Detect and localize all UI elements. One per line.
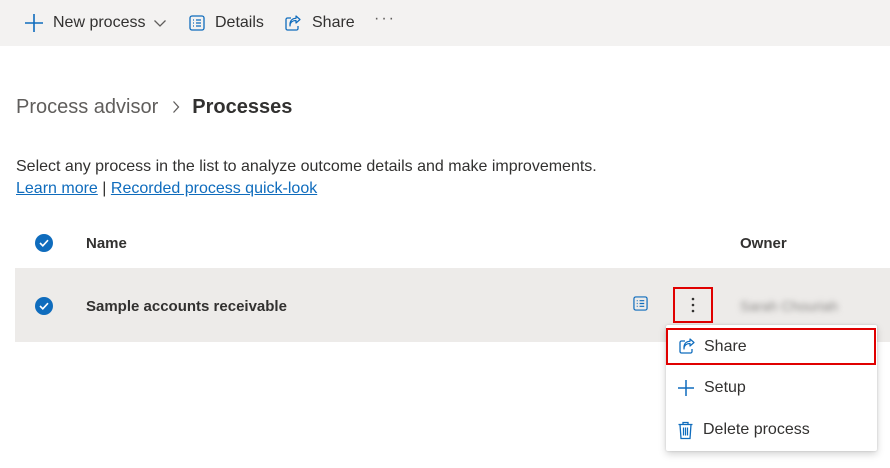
share-button[interactable]: Share [284, 0, 355, 46]
page-description: Select any process in the list to analyz… [16, 158, 597, 175]
row-checkbox[interactable] [35, 297, 53, 315]
checkmark-icon [39, 239, 49, 247]
menu-item-label: Setup [704, 379, 746, 396]
breadcrumb-root[interactable]: Process advisor [16, 96, 158, 119]
checkmark-icon [39, 302, 49, 310]
share-label: Share [312, 14, 355, 31]
more-vertical-icon [691, 297, 695, 313]
more-options-button[interactable] [673, 287, 713, 323]
details-label: Details [215, 14, 264, 31]
learn-more-link[interactable]: Learn more [16, 180, 98, 197]
owner-name: Sarah Chouriah [740, 298, 839, 314]
share-icon [679, 338, 695, 354]
page-title: Processes [192, 95, 293, 118]
plus-icon [25, 14, 43, 32]
details-icon [189, 15, 205, 31]
context-menu: Share Setup Delete process [666, 325, 877, 451]
trash-icon [678, 421, 693, 439]
menu-item-delete-process[interactable]: Delete process [666, 411, 877, 449]
menu-item-setup[interactable]: Setup [666, 369, 877, 407]
details-button[interactable]: Details [189, 0, 264, 46]
menu-item-share[interactable]: Share [666, 328, 876, 365]
new-process-button[interactable]: New process [24, 0, 167, 46]
breadcrumb: Process advisor Processes [16, 94, 292, 120]
chevron-down-icon[interactable] [153, 18, 167, 28]
details-icon[interactable] [633, 296, 648, 311]
link-separator: | [102, 180, 107, 197]
select-all-checkbox[interactable] [35, 234, 53, 252]
more-commands-button[interactable]: ··· [374, 0, 396, 42]
new-process-label: New process [53, 14, 146, 31]
process-name[interactable]: Sample accounts receivable [86, 298, 287, 315]
column-header-name[interactable]: Name [86, 235, 127, 252]
command-bar: New process Details Share ··· [0, 0, 890, 46]
table-header: Name Owner [15, 226, 890, 262]
plus-icon [678, 380, 694, 396]
menu-item-label: Delete process [703, 421, 810, 438]
column-header-owner[interactable]: Owner [740, 235, 787, 252]
help-links: Learn more | Recorded process quick-look [16, 180, 317, 198]
quick-look-link[interactable]: Recorded process quick-look [111, 180, 317, 197]
share-icon [285, 14, 301, 31]
menu-item-label: Share [704, 337, 747, 355]
chevron-right-icon [172, 100, 180, 114]
